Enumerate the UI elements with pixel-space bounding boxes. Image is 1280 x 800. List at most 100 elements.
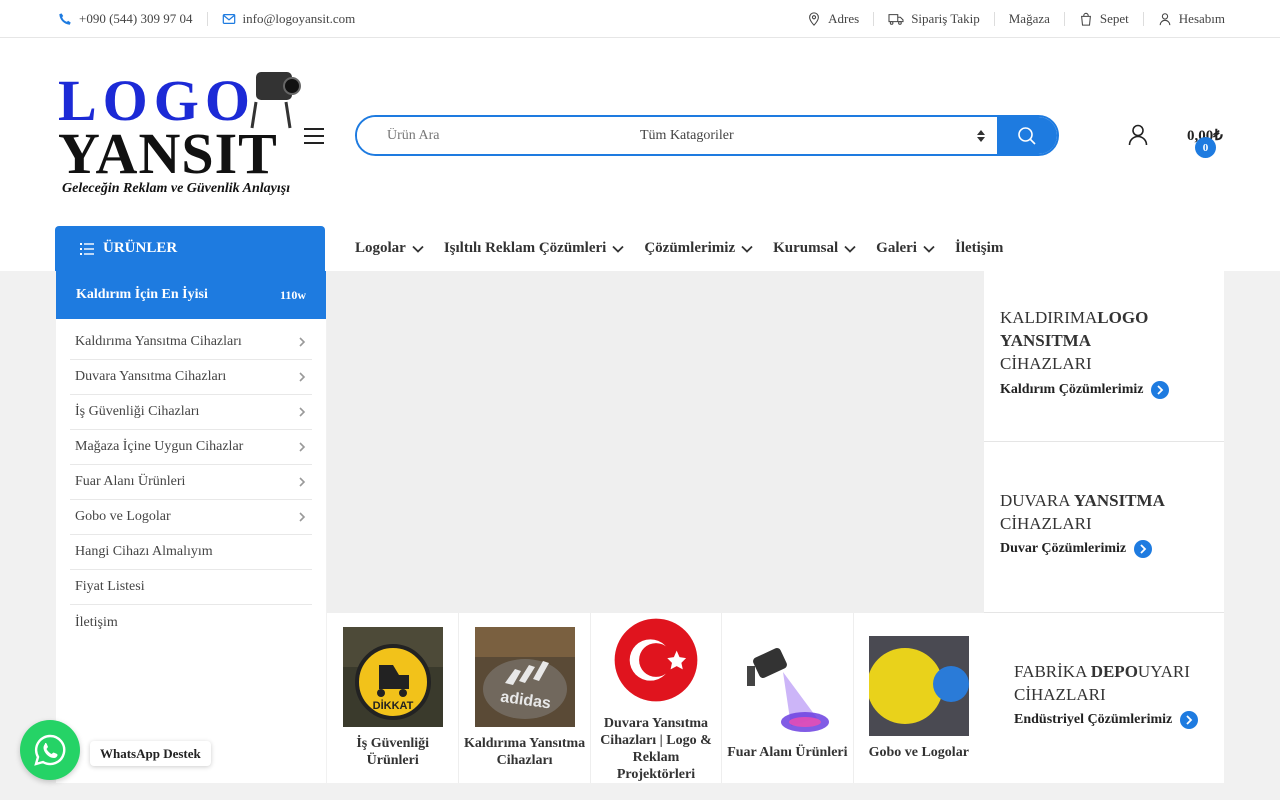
nav-item-cozumlerimiz[interactable]: Çözümlerimiz <box>644 240 753 257</box>
category-label: Fuar Alanı Ürünleri <box>727 744 848 760</box>
category-thumbnail <box>737 635 838 736</box>
menu-toggle-icon[interactable] <box>304 128 324 144</box>
sidebar-item[interactable]: Duvara Yansıtma Cihazları <box>70 360 312 395</box>
promo-link-label: Kaldırım Çözümlerimiz <box>1000 382 1144 397</box>
whatsapp-button[interactable] <box>20 720 80 780</box>
category-thumbnail: DİKKAT <box>342 627 443 727</box>
search-icon <box>1018 126 1036 145</box>
chevron-right-icon <box>299 442 306 452</box>
sidebar-header-title: Kaldırım İçin En İyisi <box>76 287 208 302</box>
category-thumbnail <box>608 613 703 707</box>
divider <box>1142 12 1144 26</box>
category-card[interactable]: Duvara Yansıtma Cihazları | Logo & Rekla… <box>589 613 721 783</box>
category-label: Gobo ve Logolar <box>868 744 969 760</box>
site-logo[interactable]: LOGO YANSIT Geleceğin Reklam ve Güvenlik… <box>56 68 301 200</box>
sidebar-item[interactable]: İletişim <box>70 605 312 640</box>
topbar-link-hesabim[interactable]: Hesabım <box>1158 11 1225 27</box>
sidebar-item-label: Gobo ve Logolar <box>75 509 171 524</box>
chevron-down-icon <box>844 245 856 253</box>
nav-item-kurumsal[interactable]: Kurumsal <box>773 240 856 257</box>
arrow-right-circle-icon <box>1151 381 1170 399</box>
select-arrows-icon <box>977 129 985 142</box>
email-address: info@logoyansit.com <box>242 11 356 26</box>
sidebar-item-label: Fiyat Listesi <box>75 579 145 594</box>
promo-title-part: KALDIRIMA <box>1000 308 1098 327</box>
nav-item-isiltili[interactable]: Işıltılı Reklam Çözümleri <box>444 240 624 257</box>
category-card[interactable]: adidas Kaldırıma Yansıtma Cihazları <box>458 613 589 783</box>
sidebar-item[interactable]: Kaldırıma Yansıtma Cihazları <box>70 325 312 360</box>
phone-link[interactable]: +090 (544) 309 97 04 <box>58 11 193 27</box>
truck-icon <box>888 14 904 25</box>
sidebar-item-label: Kaldırıma Yansıtma Cihazları <box>75 334 242 349</box>
promo-title-part: CİHAZLARI <box>1000 514 1092 533</box>
phone-number: +090 (544) 309 97 04 <box>79 11 193 26</box>
chevron-down-icon <box>923 245 935 253</box>
category-select-value: Tüm Katagoriler <box>640 127 734 143</box>
nav-item-label: Işıltılı Reklam Çözümleri <box>443 240 607 256</box>
promo-banner-title: FABRİKA DEPOUYARI CİHAZLARI <box>1014 660 1214 706</box>
sidebar-item[interactable]: Fuar Alanı Ürünleri <box>70 465 312 500</box>
nav-item-logolar[interactable]: Logolar <box>355 240 424 257</box>
topbar-link-siparis-takip[interactable]: Sipariş Takip <box>888 11 980 27</box>
sidebar-item[interactable]: Mağaza İçine Uygun Cihazlar <box>70 430 312 465</box>
sidebar-item[interactable]: İş Güvenliği Cihazları <box>70 395 312 430</box>
nav-item-label: Kurumsal <box>773 240 839 256</box>
sidebar-item[interactable]: Hangi Cihazı Almalıyım <box>70 535 312 570</box>
sidebar-item-label: Duvara Yansıtma Cihazları <box>75 369 227 384</box>
sidebar-item-label: Fuar Alanı Ürünleri <box>75 474 186 489</box>
category-label: Kaldırıma Yansıtma Cihazları <box>463 736 586 768</box>
sidebar-list: Kaldırıma Yansıtma Cihazları Duvara Yans… <box>56 319 326 640</box>
category-card[interactable]: DİKKAT İş Güvenliği Ürünleri <box>327 613 458 783</box>
chevron-right-icon <box>299 337 306 347</box>
cart-count-badge: 0 <box>1195 137 1216 158</box>
category-label: Duvara Yansıtma Cihazları | Logo & Rekla… <box>600 716 712 782</box>
account-icon[interactable] <box>1128 124 1148 146</box>
category-label: İş Güvenliği Ürünleri <box>356 736 430 768</box>
thumbnail-sign-text: DİKKAT <box>372 699 413 712</box>
category-thumbnail: adidas <box>474 627 575 727</box>
topbar-link-adres[interactable]: Adres <box>807 11 859 27</box>
phone-icon <box>59 13 71 25</box>
promo-banner[interactable]: DUVARA YANSITMA CİHAZLARI Duvar Çözümler… <box>984 442 1224 613</box>
whatsapp-label[interactable]: WhatsApp Destek <box>90 741 211 766</box>
divider <box>993 12 995 26</box>
arrow-right-circle-icon <box>1180 711 1199 729</box>
search-button[interactable] <box>997 117 1057 154</box>
promo-link-label: Endüstriyel Çözümlerimiz <box>1014 712 1173 727</box>
sidebar-item-label: İletişim <box>75 614 118 630</box>
chevron-right-icon <box>299 477 306 487</box>
topbar-link-label: Hesabım <box>1178 11 1225 26</box>
sidebar-item[interactable]: Gobo ve Logolar <box>70 500 312 535</box>
search-input[interactable] <box>357 117 622 154</box>
chevron-down-icon <box>612 245 624 253</box>
promo-banner-link[interactable]: Kaldırım Çözümlerimiz <box>1000 381 1170 399</box>
chevron-down-icon <box>741 245 753 253</box>
promo-banner-link[interactable]: Endüstriyel Çözümlerimiz <box>1014 711 1199 729</box>
list-icon <box>80 242 94 255</box>
sidebar-item[interactable]: Fiyat Listesi <box>70 570 312 605</box>
nav-item-label: Logolar <box>355 240 406 256</box>
projector-graphic <box>250 72 301 129</box>
divider <box>1063 12 1065 26</box>
hero-slider[interactable] <box>327 271 984 613</box>
topbar-link-sepet[interactable]: Sepet <box>1079 11 1129 27</box>
products-menu-button[interactable]: ÜRÜNLER <box>55 226 325 271</box>
promo-banner-link[interactable]: Duvar Çözümlerimiz <box>1000 540 1153 558</box>
nav-item-label: İletişim <box>954 240 1004 256</box>
category-card[interactable]: Gobo ve Logolar <box>852 613 984 783</box>
top-bar: +090 (544) 309 97 04 info@logoyansit.com… <box>0 0 1280 38</box>
sidebar-header[interactable]: Kaldırım İçin En İyisi 110w <box>56 271 326 319</box>
topbar-link-label: Adres <box>828 11 860 26</box>
category-card[interactable]: Fuar Alanı Ürünleri <box>721 613 852 783</box>
category-select[interactable]: Tüm Katagoriler <box>622 117 997 154</box>
promo-title-bold: DEPO <box>1090 662 1138 681</box>
topbar-link-magaza[interactable]: Mağaza <box>1009 11 1050 27</box>
email-link[interactable]: info@logoyansit.com <box>222 11 356 27</box>
arrow-right-circle-icon <box>1134 540 1153 558</box>
nav-item-iletisim[interactable]: İletişim <box>955 240 1003 257</box>
whatsapp-icon <box>34 734 66 766</box>
promo-banner[interactable]: FABRİKA DEPOUYARI CİHAZLARI Endüstriyel … <box>984 613 1224 783</box>
promo-banner[interactable]: KALDIRIMALOGO YANSITMA CİHAZLARI Kaldırı… <box>984 271 1224 442</box>
nav-item-galeri[interactable]: Galeri <box>876 240 935 257</box>
map-pin-icon <box>809 12 820 26</box>
